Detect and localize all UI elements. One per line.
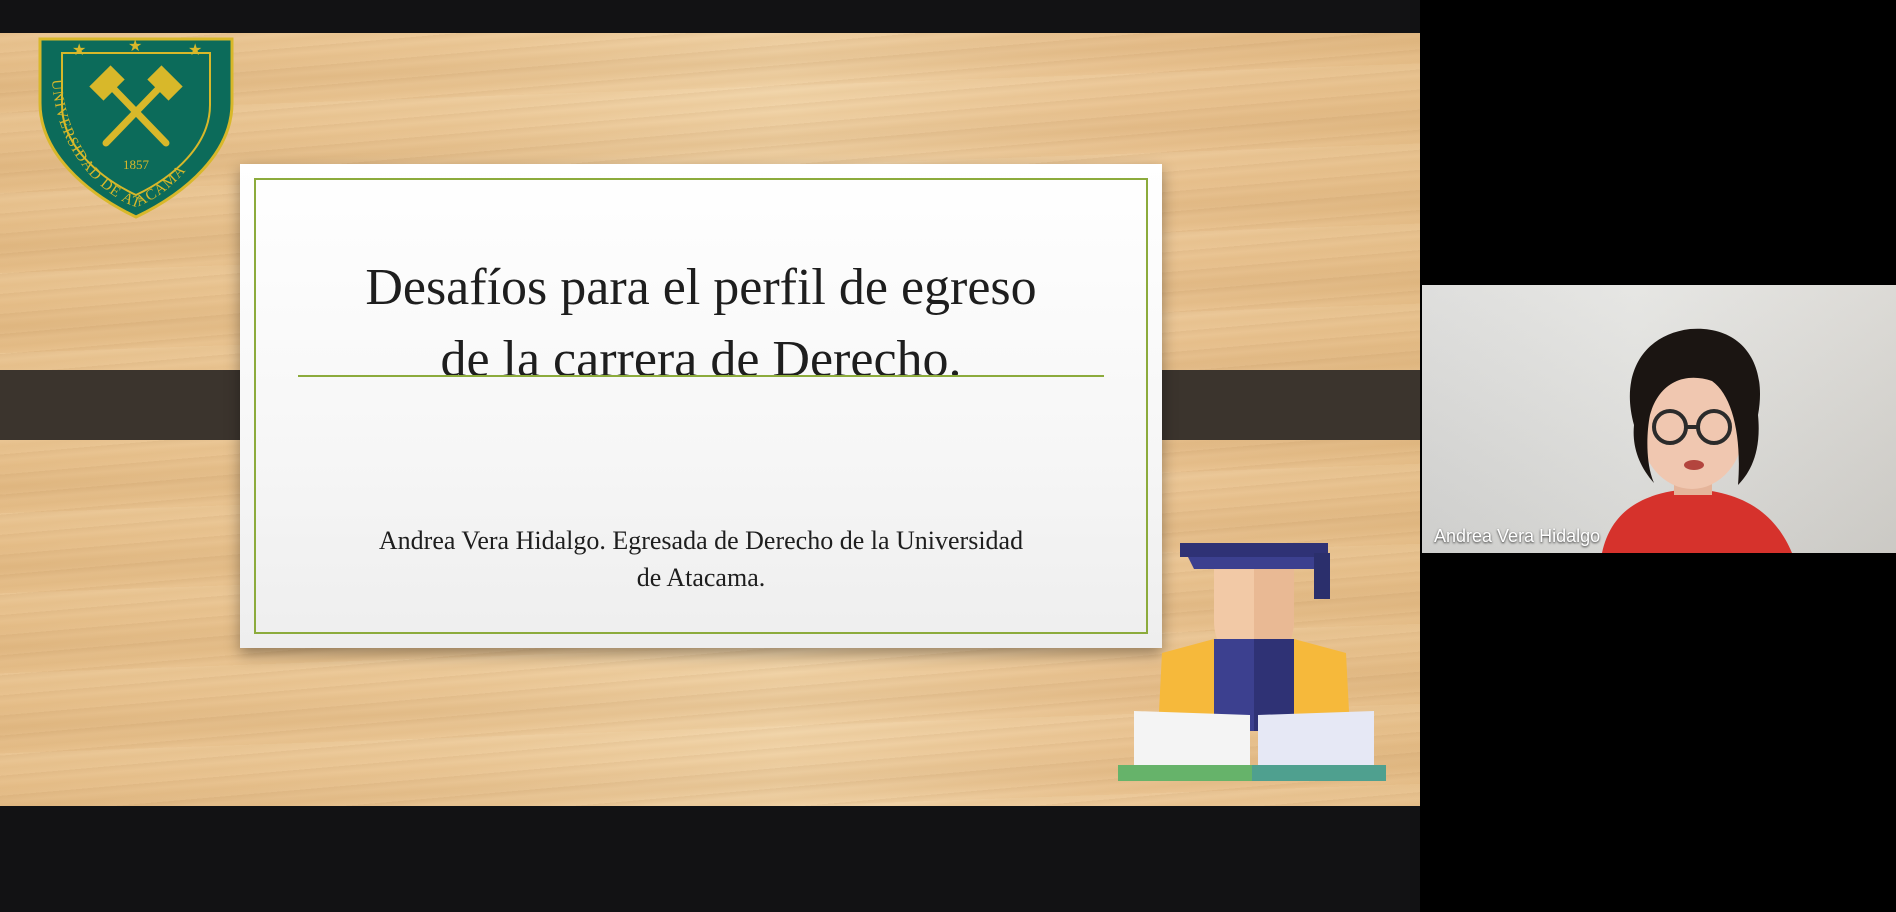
shared-screen-area: UNIVERSIDAD DE ATACAMA ★ ★ ★ 1857 Desafí…: [0, 0, 1420, 912]
logo-year: 1857: [123, 157, 150, 172]
graduate-icon: [1118, 543, 1386, 781]
title-card: Desafíos para el perfil de egreso de la …: [240, 164, 1190, 744]
slide-title-line1: Desafíos para el perfil de egreso: [365, 259, 1037, 316]
title-divider: [298, 375, 1104, 377]
svg-text:★: ★: [72, 40, 86, 59]
decorative-band-left: [0, 366, 276, 444]
participant-name-label: Andrea Vera Hidalgo: [1434, 526, 1601, 546]
presentation-slide: UNIVERSIDAD DE ATACAMA ★ ★ ★ 1857 Desafí…: [0, 33, 1420, 806]
slide-subtitle-line2: de Atacama.: [636, 563, 766, 592]
slide-subtitle-line1: Andrea Vera Hidalgo. Egresada de Derecho…: [378, 526, 1024, 555]
university-logo: UNIVERSIDAD DE ATACAMA ★ ★ ★ 1857: [38, 36, 234, 219]
slide-subtitle: Andrea Vera Hidalgo. Egresada de Derecho…: [300, 522, 1102, 596]
slide-title-line2: de la carrera de Derecho.: [440, 331, 962, 388]
svg-text:★: ★: [128, 36, 142, 55]
svg-text:★: ★: [188, 40, 202, 59]
participant-video-tile[interactable]: Andrea Vera Hidalgo: [1422, 285, 1896, 553]
participant-video-image: [1602, 328, 1792, 553]
decorative-band-right: [1124, 366, 1420, 444]
